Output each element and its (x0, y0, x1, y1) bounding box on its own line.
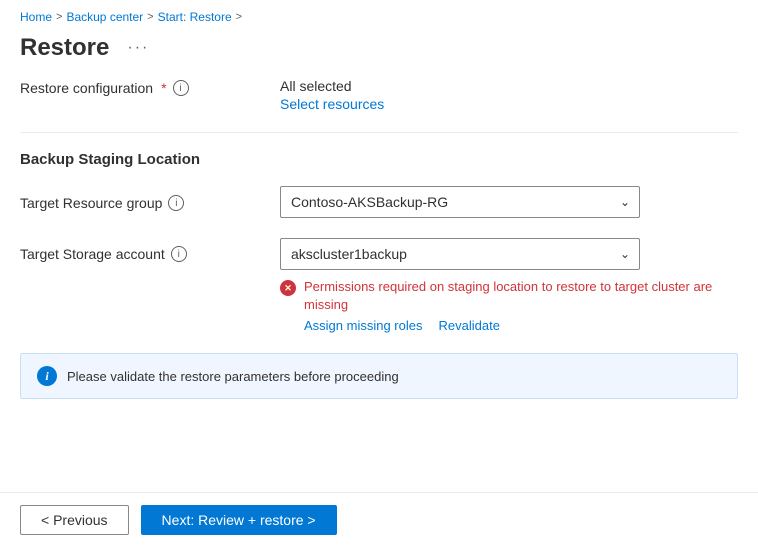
section-title: Backup Staging Location (20, 151, 738, 168)
more-button[interactable]: ··· (121, 37, 155, 59)
previous-button[interactable]: < Previous (20, 505, 129, 535)
section-divider (20, 132, 738, 133)
target-rg-dropdown-wrapper: Contoso-AKSBackup-RG ⌄ (280, 186, 640, 218)
target-storage-dropdown-wrapper: akscluster1backup ⌄ (280, 238, 640, 270)
target-storage-dropdown[interactable]: akscluster1backup (280, 238, 640, 270)
select-resources-link[interactable]: Select resources (280, 96, 384, 112)
breadcrumb-sep3: > (236, 11, 242, 23)
error-text: Permissions required on staging location… (304, 278, 738, 314)
page-title: Restore (20, 34, 109, 62)
next-button[interactable]: Next: Review + restore > (141, 505, 337, 535)
main-content: Restore configuration * i All selected S… (0, 78, 758, 399)
target-storage-row: Target Storage account i akscluster1back… (20, 238, 738, 333)
target-rg-row: Target Resource group i Contoso-AKSBacku… (20, 186, 738, 218)
assign-missing-roles-link[interactable]: Assign missing roles (304, 318, 423, 333)
breadcrumb-home[interactable]: Home (20, 10, 52, 24)
target-rg-dropdown[interactable]: Contoso-AKSBackup-RG (280, 186, 640, 218)
info-banner: Please validate the restore parameters b… (20, 353, 738, 399)
page-header: Restore ··· (0, 30, 758, 78)
restore-config-info-icon[interactable]: i (173, 80, 189, 96)
target-storage-label-text: Target Storage account (20, 246, 165, 262)
restore-config-label-text: Restore configuration (20, 80, 153, 96)
error-row: Permissions required on staging location… (280, 278, 738, 314)
breadcrumb-sep1: > (56, 11, 62, 23)
restore-config-label: Restore configuration * i (20, 78, 240, 96)
target-storage-info-icon[interactable]: i (171, 246, 187, 262)
error-icon (280, 280, 296, 296)
breadcrumb-backup-center[interactable]: Backup center (66, 10, 143, 24)
breadcrumb: Home > Backup center > Start: Restore > (0, 0, 758, 30)
breadcrumb-start-restore[interactable]: Start: Restore (158, 10, 232, 24)
target-rg-label-text: Target Resource group (20, 195, 162, 211)
target-rg-label: Target Resource group i (20, 193, 240, 211)
breadcrumb-sep2: > (147, 11, 153, 23)
target-rg-info-icon[interactable]: i (168, 195, 184, 211)
target-storage-field-area: akscluster1backup ⌄ Permissions required… (280, 238, 738, 333)
footer: < Previous Next: Review + restore > (0, 492, 758, 547)
restore-config-value: All selected Select resources (280, 78, 384, 112)
target-storage-label: Target Storage account i (20, 238, 240, 262)
error-block: Permissions required on staging location… (280, 278, 738, 333)
all-selected-text: All selected (280, 78, 384, 94)
revalidate-link[interactable]: Revalidate (439, 318, 500, 333)
error-actions: Assign missing roles Revalidate (304, 318, 738, 333)
restore-config-row: Restore configuration * i All selected S… (20, 78, 738, 112)
info-banner-text: Please validate the restore parameters b… (67, 369, 399, 384)
info-banner-icon (37, 366, 57, 386)
required-marker: * (161, 80, 166, 96)
